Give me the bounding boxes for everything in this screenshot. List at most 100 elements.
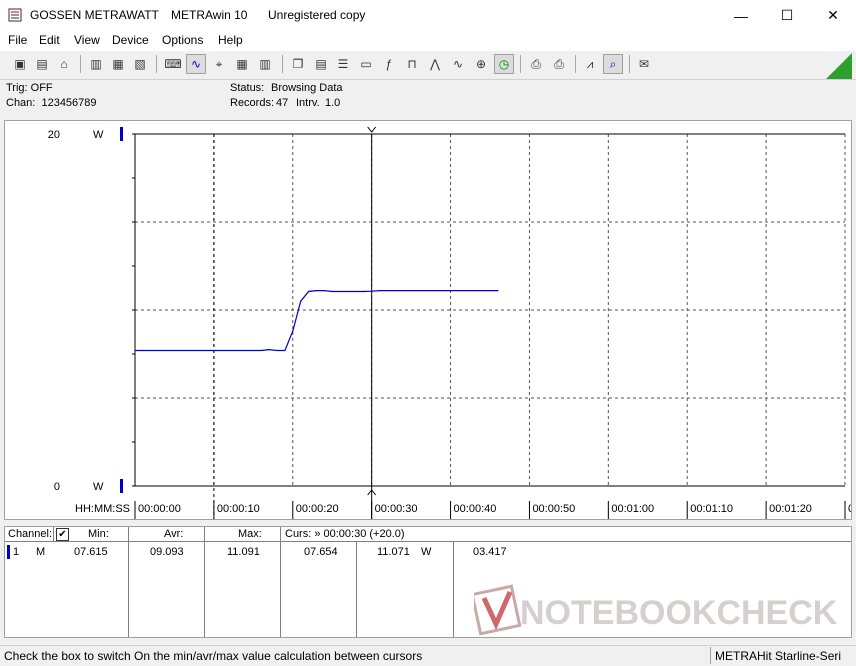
print-preview-button[interactable]: ⎙	[549, 54, 569, 74]
open-button[interactable]: ⌂	[54, 54, 74, 74]
watermark-logo: NOTEBOOKCHECK	[474, 584, 838, 636]
data-point	[181, 349, 183, 352]
copy-icon: ❐	[292, 57, 304, 71]
data-point	[465, 290, 467, 292]
function-button[interactable]: ƒ	[379, 54, 399, 74]
interval-label: Intrv.	[296, 97, 320, 109]
toolbar-separator	[629, 55, 630, 73]
data-point	[221, 349, 223, 352]
close-icon: ✕	[827, 7, 839, 23]
menu-edit[interactable]: Edit	[39, 33, 60, 47]
minimize-button[interactable]: —	[718, 0, 764, 31]
data-point	[158, 349, 160, 352]
data-point	[142, 349, 144, 352]
column-header-max: Max:	[238, 528, 262, 540]
toolbar-separator	[156, 55, 157, 73]
minimize-icon: —	[734, 7, 748, 24]
x-tick-label: 00:00:00	[138, 503, 181, 515]
histogram-icon: ▥	[259, 57, 271, 71]
keyboard-button[interactable]: ⌨	[163, 54, 183, 74]
scan-button[interactable]: ⩘	[580, 54, 600, 74]
row-mode: M	[36, 546, 46, 558]
menu-options[interactable]: Options	[162, 33, 203, 47]
chart-svg[interactable]: 00:00:00 00:00:10 00:00:20 00:00:30 00:00:40…	[5, 121, 851, 519]
channel-marker-top	[120, 127, 123, 141]
data-point	[134, 349, 136, 352]
histogram-button[interactable]: ▥	[255, 54, 275, 74]
window-title-vendor: GOSSEN METRAWATT	[30, 8, 159, 22]
close-button[interactable]: ✕	[810, 0, 856, 31]
x-tick-label: 00:00:50	[532, 503, 575, 515]
data-point	[323, 290, 325, 292]
data-point	[473, 290, 475, 292]
chart-panel[interactable]: 00:00:00 00:00:10 00:00:20 00:00:30 00:00:40…	[4, 120, 852, 520]
menu-file[interactable]: File	[8, 33, 27, 47]
row-avr: 09.093	[150, 546, 184, 558]
checkmark-icon: ✔	[58, 529, 67, 540]
toolbar: ▣ ▤ ⌂ ▥ ▦ ▧ ⌨ ∿ ⌖ ▦ ▥ ❐ ▤ ☰ ▭ ƒ ⊓ ⋀ ∿ ⊕ …	[0, 51, 856, 80]
data-point	[434, 290, 436, 292]
stop-icon: ▧	[134, 57, 146, 71]
app-icon	[8, 8, 22, 22]
data-point	[268, 349, 270, 351]
data-point	[426, 290, 428, 292]
save-button[interactable]: ▤	[32, 54, 52, 74]
print-button[interactable]: ⎙	[526, 54, 546, 74]
row-unit: W	[421, 546, 432, 558]
data-point	[197, 349, 199, 352]
auto-button[interactable]: ◷	[494, 54, 514, 74]
copy-button[interactable]: ❐	[288, 54, 308, 74]
records-label: Records:	[230, 97, 275, 109]
list-button[interactable]: ☰	[333, 54, 353, 74]
search-button[interactable]: ⌕	[603, 54, 623, 74]
data-point	[410, 290, 412, 292]
status-value: Browsing Data	[271, 82, 343, 94]
maximize-button[interactable]: ☐	[764, 0, 810, 31]
computer-button[interactable]: ▭	[356, 54, 376, 74]
x-tick-label: 00:01:30	[848, 503, 851, 515]
window-title-app: METRAwin 10	[171, 8, 248, 22]
channel-color-marker	[7, 545, 10, 559]
x-tick-label: 00:01:00	[611, 503, 654, 515]
data-point	[284, 349, 286, 352]
status-indicator-icon	[826, 53, 852, 79]
peak-icon: ⋀	[430, 57, 440, 71]
data-point	[252, 349, 254, 352]
chart-view-button[interactable]: ∿	[186, 54, 206, 74]
y-bottom-label: 0	[54, 481, 60, 493]
crosshair-button[interactable]: ⌖	[209, 54, 229, 74]
keyboard-icon: ⌨	[164, 57, 182, 71]
zoom-icon: ⊕	[475, 57, 487, 71]
device-read-button[interactable]: ▥	[86, 54, 106, 74]
save-icon: ▤	[36, 57, 48, 71]
column-divider	[53, 527, 54, 541]
row-channel: 1	[13, 546, 20, 558]
min-max-checkbox[interactable]: ✔	[56, 528, 69, 541]
column-divider	[356, 542, 357, 637]
menu-view[interactable]: View	[74, 33, 100, 47]
table-view-button[interactable]: ▦	[232, 54, 252, 74]
computer-icon: ▭	[360, 57, 372, 71]
device-stop-button[interactable]: ▧	[130, 54, 150, 74]
channel-marker-bottom	[120, 479, 123, 493]
column-divider	[204, 527, 205, 637]
function-icon: ƒ	[385, 57, 393, 71]
peak-button[interactable]: ⋀	[425, 54, 445, 74]
data-point	[481, 290, 483, 292]
zoom-button[interactable]: ⊕	[471, 54, 491, 74]
data-point	[489, 290, 491, 292]
device-transfer-button[interactable]: ▦	[108, 54, 128, 74]
info-bar: Trig: OFF Chan: 123456789 Status: Browsi…	[0, 80, 856, 116]
step-button[interactable]: ⊓	[402, 54, 422, 74]
menu-help[interactable]: Help	[218, 33, 243, 47]
new-file-button[interactable]: ▣	[10, 54, 30, 74]
menu-bar: File Edit View Device Options Help	[0, 31, 856, 51]
export-button[interactable]: ▤	[311, 54, 331, 74]
toolbar-separator	[282, 55, 283, 73]
data-point	[213, 349, 215, 352]
x-tick-label: 00:00:30	[375, 503, 418, 515]
message-button[interactable]: ✉	[634, 54, 654, 74]
wave-button[interactable]: ∿	[448, 54, 468, 74]
menu-device[interactable]: Device	[112, 33, 149, 47]
data-point	[379, 290, 381, 292]
